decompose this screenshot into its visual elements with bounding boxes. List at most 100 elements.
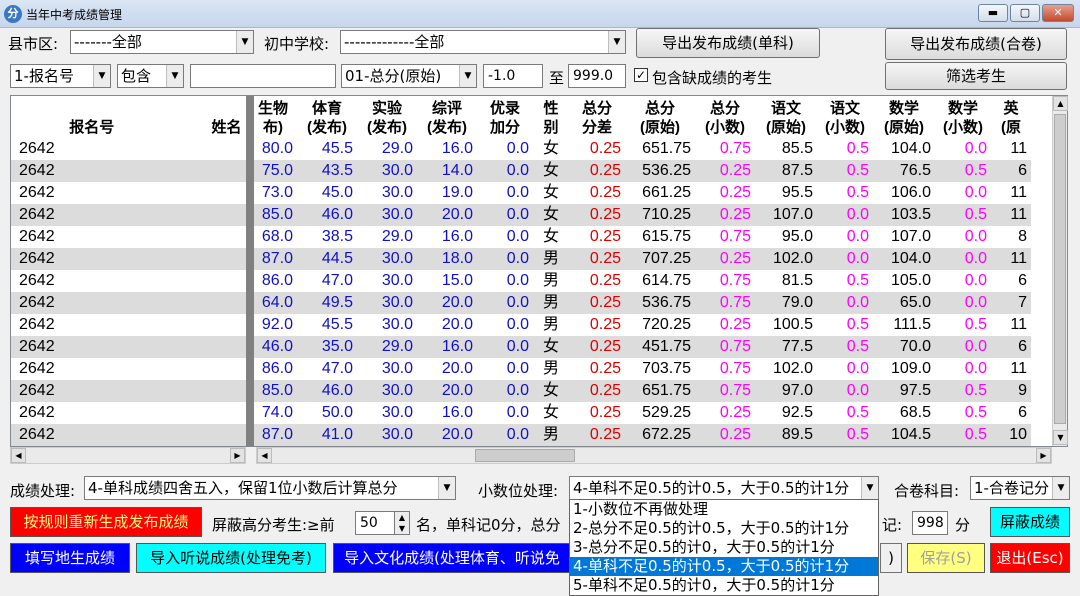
table-cell[interactable]: 536.25 <box>625 160 695 182</box>
table-cell[interactable]: 614.75 <box>625 270 695 292</box>
table-cell[interactable]: 43.5 <box>297 160 357 182</box>
table-cell[interactable]: 0.75 <box>695 138 755 160</box>
table-cell[interactable]: 0.0 <box>477 248 533 270</box>
table-cell[interactable]: 38.5 <box>297 226 357 248</box>
scroll-right-icon[interactable]: ▶ <box>1036 448 1051 463</box>
column-header[interactable]: 报名号 <box>11 96 174 138</box>
table-cell[interactable]: 41.0 <box>297 424 357 446</box>
regenerate-scores-button[interactable]: 按规则重新生成发布成绩 <box>10 507 202 537</box>
table-cell[interactable] <box>173 160 249 182</box>
table-cell[interactable]: 76.5 <box>873 160 935 182</box>
table-cell[interactable]: 0.5 <box>817 138 873 160</box>
table-cell[interactable]: 0.75 <box>695 292 755 314</box>
table-cell[interactable] <box>173 358 249 380</box>
table-cell[interactable]: 16.0 <box>417 402 477 424</box>
table-cell[interactable]: 0.0 <box>935 226 991 248</box>
table-cell[interactable]: 16.0 <box>417 336 477 358</box>
table-cell[interactable]: 707.25 <box>625 248 695 270</box>
column-header[interactable]: 体育 (发布) <box>297 96 358 138</box>
table-cell[interactable]: 0.5 <box>935 204 991 226</box>
table-cell[interactable]: 0.25 <box>695 248 755 270</box>
county-select[interactable]: -------全部 ▼ <box>70 30 254 54</box>
shield-scores-button[interactable]: 屏蔽成绩 <box>990 507 1070 537</box>
table-cell[interactable]: 0.75 <box>695 336 755 358</box>
table-cell[interactable]: 20.0 <box>417 424 477 446</box>
table-row[interactable]: 2642 68.0 38.5 29.0 16.0 0.0 女 0.25 615.75 0.75 95… <box>11 226 1031 248</box>
table-cell[interactable]: 45.5 <box>297 138 357 160</box>
table-cell[interactable]: 7 <box>991 292 1031 314</box>
table-cell[interactable]: 0.0 <box>817 248 873 270</box>
table-cell[interactable]: 女 <box>533 182 569 204</box>
table-cell[interactable]: 104.5 <box>873 424 935 446</box>
horizontal-scroll-thumb[interactable] <box>475 449 575 462</box>
table-cell[interactable]: 651.75 <box>625 138 695 160</box>
include-missing-checkbox[interactable]: ✓ <box>634 68 648 82</box>
close-window-button[interactable]: ✕ <box>1042 4 1074 22</box>
table-cell[interactable]: 85.0 <box>249 204 297 226</box>
filter-text-input[interactable] <box>190 64 336 88</box>
table-cell[interactable]: 男 <box>533 248 569 270</box>
table-cell[interactable]: 45.5 <box>297 314 357 336</box>
table-cell[interactable] <box>173 380 249 402</box>
table-cell[interactable]: 30.0 <box>357 402 417 424</box>
table-cell[interactable]: 女 <box>533 380 569 402</box>
table-cell[interactable]: 64.0 <box>249 292 297 314</box>
table-cell[interactable]: 18.0 <box>417 248 477 270</box>
hidden-button[interactable]: ) <box>880 543 902 573</box>
table-cell[interactable]: 86.0 <box>249 270 297 292</box>
table-cell[interactable]: 0.5 <box>817 314 873 336</box>
table-cell[interactable]: 11 <box>991 358 1031 380</box>
filter-students-button[interactable]: 筛选考生 <box>885 62 1067 90</box>
column-header[interactable]: 生物 布) <box>249 96 298 138</box>
dropdown-option[interactable]: 3-总分不足0.5的计0，大于0.5的计1分 <box>570 538 878 557</box>
table-cell[interactable]: 109.0 <box>873 358 935 380</box>
table-cell[interactable]: 30.0 <box>357 424 417 446</box>
table-cell[interactable]: 0.5 <box>935 402 991 424</box>
table-cell[interactable]: 2642 <box>11 270 173 292</box>
table-cell[interactable]: 0.25 <box>695 314 755 336</box>
table-row[interactable]: 2642 85.0 46.0 30.0 20.0 0.0 女 0.25 651.75 0.75 97… <box>11 380 1031 402</box>
table-cell[interactable]: 16.0 <box>417 226 477 248</box>
column-header[interactable]: 性别 <box>533 96 570 138</box>
table-cell[interactable]: 0.0 <box>817 358 873 380</box>
spin-down-icon[interactable]: ▼ <box>395 523 409 534</box>
table-cell[interactable]: 35.0 <box>297 336 357 358</box>
table-cell[interactable]: 6 <box>991 160 1031 182</box>
chevron-down-icon[interactable]: ▼ <box>1052 477 1069 499</box>
chevron-down-icon[interactable]: ▼ <box>166 65 183 87</box>
table-cell[interactable]: 30.0 <box>357 248 417 270</box>
table-cell[interactable]: 2642 <box>11 182 173 204</box>
column-header[interactable]: 数学 (小数) <box>935 96 992 138</box>
table-cell[interactable]: 0.25 <box>695 204 755 226</box>
chevron-down-icon[interactable]: ▼ <box>459 65 476 87</box>
table-cell[interactable]: 2642 <box>11 204 173 226</box>
table-cell[interactable]: 79.0 <box>755 292 817 314</box>
table-cell[interactable]: 0.0 <box>477 226 533 248</box>
table-row[interactable]: 2642 86.0 47.0 30.0 20.0 0.0 男 0.25 703.75 0.75 10… <box>11 358 1031 380</box>
table-cell[interactable]: 0.0 <box>477 182 533 204</box>
table-cell[interactable]: 20.0 <box>417 358 477 380</box>
table-cell[interactable]: 0.25 <box>695 402 755 424</box>
table-cell[interactable]: 47.0 <box>297 358 357 380</box>
table-cell[interactable] <box>173 292 249 314</box>
table-cell[interactable]: 104.0 <box>873 248 935 270</box>
table-cell[interactable]: 男 <box>533 314 569 336</box>
table-cell[interactable]: 29.0 <box>357 336 417 358</box>
table-cell[interactable]: 30.0 <box>357 380 417 402</box>
table-cell[interactable]: 0.25 <box>569 138 625 160</box>
table-cell[interactable]: 女 <box>533 336 569 358</box>
dropdown-option[interactable]: 1-小数位不再做处理 <box>570 500 878 519</box>
chevron-down-icon[interactable]: ▼ <box>861 477 878 499</box>
table-cell[interactable]: 20.0 <box>417 204 477 226</box>
table-cell[interactable]: 30.0 <box>357 160 417 182</box>
table-cell[interactable]: 85.0 <box>249 380 297 402</box>
range-to-input[interactable]: 999.0 <box>568 64 626 88</box>
minimize-button[interactable]: ▬ <box>978 4 1008 22</box>
table-cell[interactable]: 2642 <box>11 402 173 424</box>
table-cell[interactable] <box>173 402 249 424</box>
table-cell[interactable]: 81.5 <box>755 270 817 292</box>
table-row[interactable]: 2642 86.0 47.0 30.0 15.0 0.0 男 0.25 614.75 0.75 81… <box>11 270 1031 292</box>
column-header[interactable]: 综评 (发布) <box>417 96 478 138</box>
table-cell[interactable]: 0.75 <box>695 380 755 402</box>
vertical-scroll-thumb[interactable] <box>1054 114 1066 424</box>
